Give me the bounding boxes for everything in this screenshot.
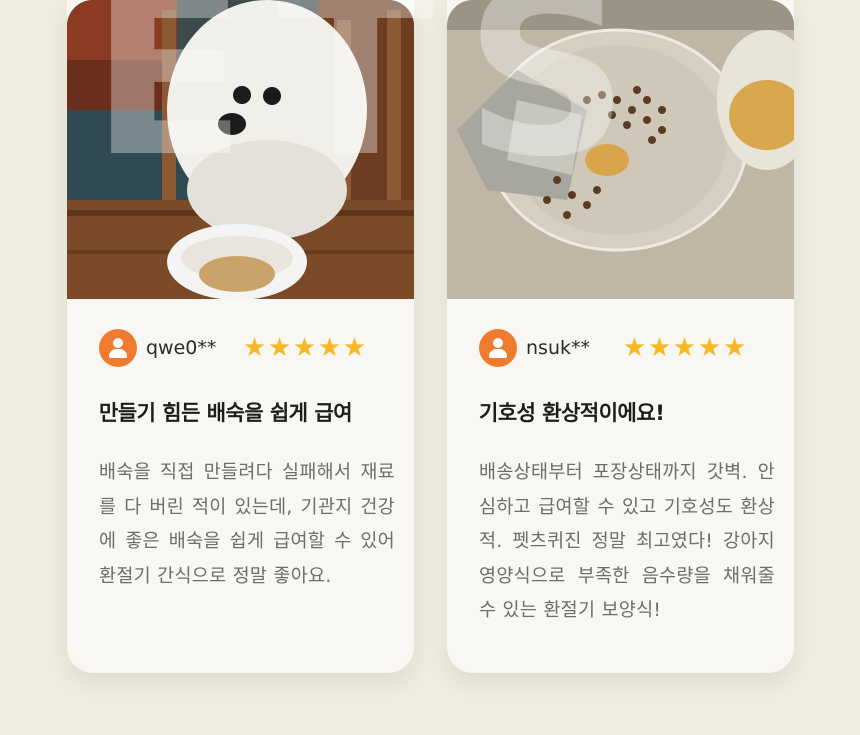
- star-icon: ★: [647, 333, 672, 363]
- star-icon: ★: [267, 333, 292, 363]
- star-icon: ★: [292, 333, 317, 363]
- reviewer-info: qwe0** ★ ★ ★ ★ ★: [99, 329, 367, 367]
- star-rating: ★ ★ ★ ★ ★: [622, 335, 747, 361]
- user-avatar-icon: [479, 329, 517, 367]
- dog-photo-icon: [67, 0, 414, 299]
- username: nsuk**: [526, 337, 590, 359]
- star-icon: ★: [672, 333, 697, 363]
- food-bowl-photo-icon: [447, 0, 794, 299]
- star-icon: ★: [342, 333, 367, 363]
- star-icon: ★: [317, 333, 342, 363]
- review-photo: [67, 0, 414, 299]
- username: qwe0**: [146, 337, 217, 359]
- review-title: 기호성 환상적이에요!: [479, 401, 665, 425]
- review-photo: [447, 0, 794, 299]
- review-card: nsuk** ★ ★ ★ ★ ★ 기호성 환상적이에요! 배송상태부터 포장상태…: [447, 0, 794, 673]
- review-body: 배송상태부터 포장상태까지 갓벽. 안심하고 급여할 수 있고 기호성도 환상적…: [479, 462, 775, 621]
- review-card: qwe0** ★ ★ ★ ★ ★ 만들기 힘든 배숙을 쉽게 급여 배숙을 직접…: [67, 0, 414, 673]
- review-body: 배숙을 직접 만들려다 실패해서 재료를 다 버린 적이 있는데, 기관지 건강…: [99, 462, 395, 587]
- star-icon: ★: [722, 333, 747, 363]
- user-avatar-icon: [99, 329, 137, 367]
- reviewer-info: nsuk** ★ ★ ★ ★ ★: [479, 329, 747, 367]
- star-icon: ★: [622, 333, 647, 363]
- star-rating: ★ ★ ★ ★ ★: [242, 335, 367, 361]
- star-icon: ★: [242, 333, 267, 363]
- review-title: 만들기 힘든 배숙을 쉽게 급여: [99, 401, 353, 425]
- star-icon: ★: [697, 333, 722, 363]
